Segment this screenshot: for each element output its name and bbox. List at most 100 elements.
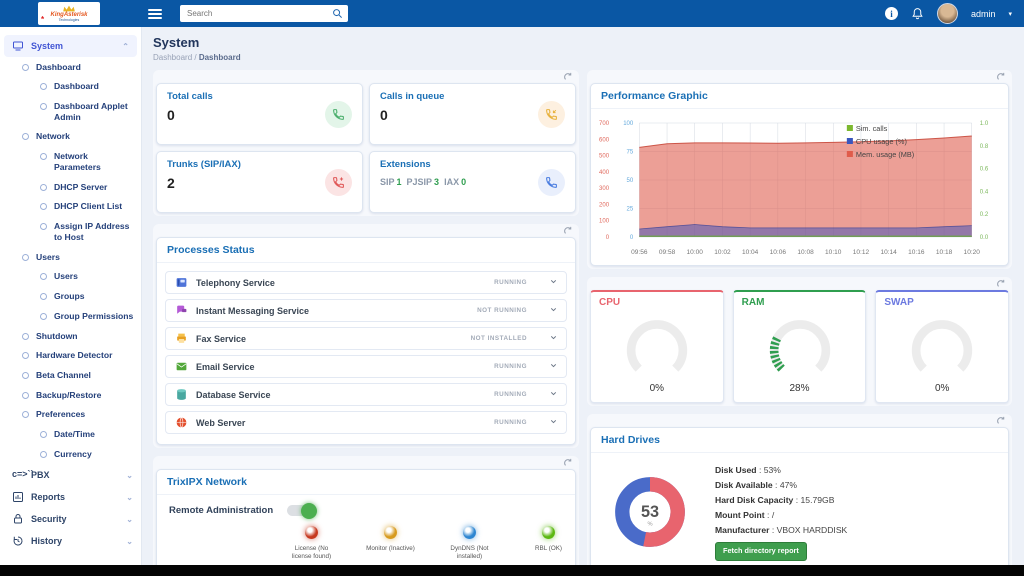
process-row-instant-messaging-service[interactable]: Instant Messaging Service NOT RUNNING — [165, 299, 567, 322]
search-input[interactable] — [185, 8, 332, 19]
refresh-icon[interactable] — [996, 279, 1006, 289]
chevron-down-icon[interactable] — [549, 333, 558, 342]
sidebar-subitem-groups[interactable]: Groups — [0, 287, 141, 307]
gauge-card-cpu: CPU 0% — [590, 290, 724, 403]
sidebar-item-label: PBX — [31, 470, 50, 481]
refresh-icon[interactable] — [563, 72, 573, 82]
sidebar-item-reports[interactable]: Reports ⌄ — [0, 486, 141, 508]
refresh-icon[interactable] — [563, 226, 573, 236]
process-row-fax-service[interactable]: Fax Service NOT INSTALLED — [165, 327, 567, 350]
svg-text:Mem. usage (MB): Mem. usage (MB) — [856, 150, 914, 159]
panel-title: Processes Status — [157, 238, 575, 263]
status-badge: RUNNING — [494, 419, 527, 426]
svg-text:09:58: 09:58 — [659, 249, 676, 256]
disk-detail-row: Disk Available : 47% — [715, 480, 798, 491]
sidebar-subitem-shutdown[interactable]: Shutdown — [0, 326, 141, 346]
refresh-icon[interactable] — [996, 416, 1006, 426]
sidebar-item-pbx[interactable]: c=>` ` PBX ⌄ — [0, 464, 141, 486]
status-lights: License (No license found) Monitor (Inact… — [285, 526, 575, 560]
svg-text:10:20: 10:20 — [964, 249, 981, 256]
bullet-icon — [22, 332, 29, 340]
sidebar-item-label: Dashboard — [54, 81, 99, 92]
search-icon[interactable] — [332, 8, 343, 19]
sidebar-subitem-assign-ip-address-to-host[interactable]: Assign IP Address to Host — [0, 217, 141, 247]
sidebar-subitem-network[interactable]: Network — [0, 127, 141, 147]
sidebar-subitem-dashboard[interactable]: Dashboard — [0, 77, 141, 97]
process-row-telephony-service[interactable]: Telephony Service RUNNING — [165, 271, 567, 294]
sidebar-subitem-group-permissions[interactable]: Group Permissions — [0, 306, 141, 326]
detail-label: Disk Available — [715, 480, 773, 491]
bell-icon[interactable] — [911, 7, 924, 20]
panel-title: Performance Graphic — [591, 84, 1008, 109]
gauge-title: SWAP — [884, 297, 914, 308]
process-name: Web Server — [196, 417, 246, 428]
sidebar-subitem-dhcp-server[interactable]: DHCP Server — [0, 177, 141, 197]
light-label: Monitor (Inactive) — [366, 545, 415, 552]
sidebar-subitem-dashboard-applet-admin[interactable]: Dashboard Applet Admin — [0, 96, 141, 126]
sidebar-item-label: Groups — [54, 291, 85, 302]
sidebar-subitem-date-time[interactable]: Date/Time — [0, 425, 141, 445]
status-badge: NOT RUNNING — [477, 307, 527, 314]
count-value: 1 — [396, 177, 402, 187]
chevron-down-icon[interactable] — [549, 389, 558, 398]
breadcrumb-item[interactable]: Dashboard — [153, 53, 192, 62]
process-row-email-service[interactable]: Email Service RUNNING — [165, 355, 567, 378]
app-window: KingAsterisk Technologies * i admin ▾ Sy… — [0, 0, 1024, 576]
gauge-dial — [742, 312, 858, 381]
chevron-down-icon[interactable]: ⌄ — [126, 471, 133, 480]
bullet-icon — [22, 391, 29, 399]
disk-detail-row: Disk Used : 53% — [715, 465, 781, 475]
sidebar-subitem-hardware-detector[interactable]: Hardware Detector — [0, 346, 141, 366]
sidebar-item-history[interactable]: History ⌄ — [0, 530, 141, 552]
fax-icon — [175, 332, 188, 345]
network-panel: TrixIPX Network Remote Administration Li… — [156, 469, 576, 565]
logo[interactable]: KingAsterisk Technologies * — [38, 2, 100, 25]
sidebar-subitem-currency[interactable]: Currency — [0, 444, 141, 464]
refresh-icon[interactable] — [996, 72, 1006, 82]
info-icon[interactable]: i — [884, 7, 898, 20]
svg-text:10:02: 10:02 — [714, 249, 731, 256]
sidebar-item-security[interactable]: Security ⌄ — [0, 508, 141, 530]
remote-admin-toggle[interactable] — [287, 502, 317, 519]
chevron-down-icon[interactable]: ⌄ — [126, 537, 133, 546]
chevron-up-icon[interactable]: ⌃ — [122, 42, 129, 51]
gauge-card-swap: SWAP 0% — [875, 290, 1010, 403]
refresh-icon[interactable] — [563, 458, 573, 468]
svg-text:10:14: 10:14 — [880, 249, 897, 256]
sidebar-subitem-preferences[interactable]: Preferences — [0, 405, 141, 425]
sidebar-subitem-dashboard[interactable]: Dashboard — [0, 57, 141, 77]
sidebar-item-label: Dashboard — [36, 61, 81, 72]
donut-chart: 53% — [615, 477, 685, 547]
hard-drive-body: 53% Disk Used : 53% Disk Available : 47% H… — [591, 453, 1008, 565]
sidebar-item-system[interactable]: System ⌃ — [4, 35, 137, 57]
chevron-down-icon[interactable] — [549, 277, 558, 286]
status-badge: RUNNING — [494, 391, 527, 398]
stat-card-trunks-sip-iax-: Trunks (SIP/IAX) 2 — [156, 151, 363, 213]
sidebar-subitem-network-parameters[interactable]: Network Parameters — [0, 147, 141, 177]
menu-icon[interactable] — [148, 7, 162, 21]
breadcrumb: Dashboard / Dashboard — [153, 53, 1012, 62]
fetch-directory-report-button[interactable]: Fetch directory report — [715, 542, 807, 561]
sidebar-subitem-backup-restore[interactable]: Backup/Restore — [0, 385, 141, 405]
performance-panel: Performance Graphic 0 100 200 300 400 500 600 7… — [590, 83, 1009, 266]
detail-value: 53% — [763, 465, 781, 475]
chevron-down-icon[interactable] — [549, 361, 558, 370]
chevron-down-icon[interactable]: ⌄ — [126, 493, 133, 502]
phone-icon — [325, 100, 352, 128]
phone-icon: c=>` ` — [12, 469, 34, 480]
process-row-web-server[interactable]: Web Server RUNNING — [165, 411, 567, 434]
sidebar-subitem-dhcp-client-list[interactable]: DHCP Client List — [0, 197, 141, 217]
user-name[interactable]: admin — [971, 9, 996, 19]
process-row-database-service[interactable]: Database Service RUNNING — [165, 383, 567, 406]
chevron-down-icon[interactable]: ▾ — [1008, 10, 1012, 18]
globe-icon — [175, 416, 188, 429]
sidebar-subitem-beta-channel[interactable]: Beta Channel — [0, 365, 141, 385]
sidebar-subitem-users[interactable]: Users — [0, 267, 141, 287]
chevron-down-icon[interactable] — [549, 417, 558, 426]
gauge-title: RAM — [741, 297, 765, 308]
chevron-down-icon[interactable] — [549, 305, 558, 314]
chevron-down-icon[interactable]: ⌄ — [126, 515, 133, 524]
sidebar-subitem-users[interactable]: Users — [0, 247, 141, 267]
avatar[interactable] — [936, 3, 958, 24]
light-bulb-icon — [305, 526, 318, 539]
